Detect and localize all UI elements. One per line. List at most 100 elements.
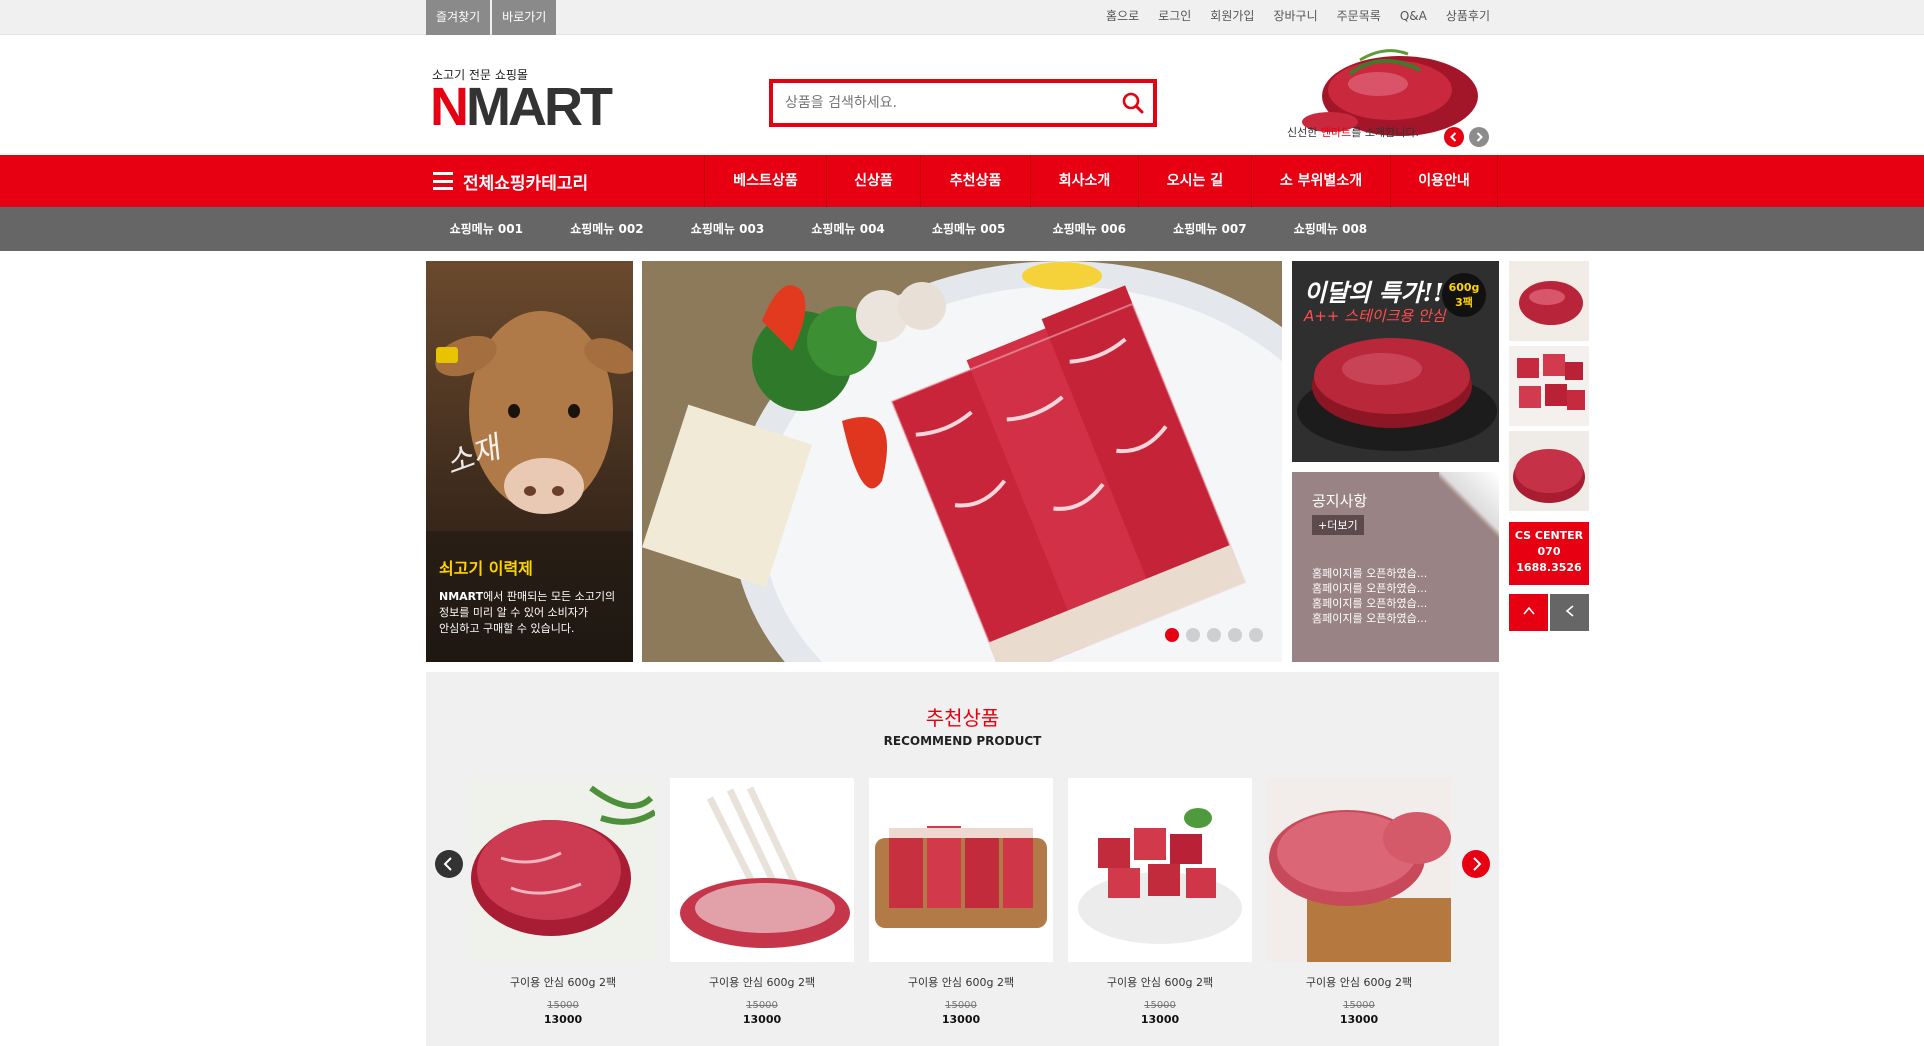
product-image[interactable] [471, 778, 655, 962]
product-card: 구이용 안심 600g 2팩 15000 13000 [1068, 778, 1252, 1026]
product-image[interactable] [869, 778, 1053, 962]
product-old-price: 15000 [547, 1000, 579, 1011]
monthly-special-banner[interactable]: 이달의 특가!! A++ 스테이크용 안심 600g 3팩 [1292, 261, 1499, 462]
product-name[interactable]: 구이용 안심 600g 2팩 [471, 974, 655, 990]
slider-dot[interactable] [1249, 628, 1263, 642]
product-name[interactable]: 구이용 안심 600g 2팩 [670, 974, 854, 990]
product-photo [869, 778, 1053, 962]
notice-item[interactable]: 홈페이지를 오픈하였습... [1312, 566, 1462, 581]
hero-slider-dots [1165, 628, 1270, 642]
nav-new[interactable]: 신상품 [826, 155, 920, 207]
traceability-line1: 에서 판매되는 모든 소고기의 [483, 590, 616, 603]
shortcut-link[interactable]: 바로가기 [492, 0, 557, 35]
top-bar: 즐겨찾기 바로가기 홈으로 로그인 회원가입 장바구니 주문목록 Q&A 상품후… [0, 0, 1924, 35]
qna-link[interactable]: Q&A [1400, 0, 1427, 35]
traceability-text: 쇠고기 이력제 NMART에서 판매되는 모든 소고기의 정보를 미리 알 수 … [439, 555, 629, 637]
notice-item[interactable]: 홈페이지를 오픈하였습... [1312, 596, 1462, 611]
banner-prev-button[interactable] [1444, 127, 1464, 147]
search-box [769, 79, 1157, 127]
header-banner-caption: 신선한 엔마트를 소개합니다. [1287, 124, 1419, 140]
login-link[interactable]: 로그인 [1158, 0, 1191, 35]
chevron-left-icon [1450, 132, 1457, 142]
bookmark-link[interactable]: 즐겨찾기 [426, 0, 491, 35]
notice-more-button[interactable]: +더보기 [1312, 515, 1364, 535]
product-photo [670, 778, 854, 962]
product-price: 13000 [941, 1013, 981, 1026]
scroll-top-button[interactable] [1509, 594, 1548, 631]
notice-item[interactable]: 홈페이지를 오픈하였습... [1312, 611, 1462, 626]
recommend-prev-button[interactable] [435, 850, 463, 878]
product-name[interactable]: 구이용 안심 600g 2팩 [869, 974, 1053, 990]
logo-rest: MART [466, 77, 613, 137]
nav-best[interactable]: 베스트상품 [704, 155, 826, 207]
traceability-banner[interactable]: 소재 쇠고기 이력제 NMART에서 판매되는 모든 소고기의 정보를 미리 알… [426, 261, 633, 662]
side-thumb-image [1509, 431, 1589, 511]
traceability-brand: NMART [439, 590, 484, 603]
product-name[interactable]: 구이용 안심 600g 2팩 [1267, 974, 1451, 990]
product-price: 13000 [1339, 1013, 1379, 1026]
banner-next-button[interactable] [1469, 127, 1489, 147]
product-old-price: 15000 [945, 1000, 977, 1011]
slider-dot[interactable] [1186, 628, 1200, 642]
sub-nav-item[interactable]: 쇼핑메뉴 001 [426, 207, 547, 251]
recommend-section: 추천상품 RECOMMEND PRODUCT 구이용 안심 600g 2팩 15… [426, 672, 1499, 1046]
side-back-button[interactable] [1550, 594, 1589, 631]
product-image[interactable] [1267, 778, 1451, 962]
promo-title: 이달의 특가!! [1304, 278, 1444, 307]
product-name[interactable]: 구이용 안심 600g 2팩 [1068, 974, 1252, 990]
main-nav-list: 베스트상품 신상품 추천상품 회사소개 오시는 길 소 부위별소개 이용안내 [704, 155, 1498, 207]
notice-panel: 공지사항 +더보기 홈페이지를 오픈하였습... 홈페이지를 오픈하였습... … [1292, 472, 1499, 662]
hero-slider[interactable] [642, 261, 1282, 662]
recommend-next-button[interactable] [1462, 850, 1490, 878]
product-price: 13000 [543, 1013, 583, 1026]
cart-link[interactable]: 장바구니 [1273, 0, 1317, 35]
search-icon[interactable] [1121, 91, 1145, 115]
side-thumb[interactable] [1509, 261, 1589, 341]
all-category-button[interactable]: 전체쇼핑카테고리 [433, 155, 588, 207]
sub-nav-item[interactable]: 쇼핑메뉴 004 [788, 207, 909, 251]
product-card: 구이용 안심 600g 2팩 15000 13000 [471, 778, 655, 1026]
notice-title: 공지사항 [1312, 492, 1368, 510]
hero-image [642, 261, 1282, 662]
sub-nav: 쇼핑메뉴 001 쇼핑메뉴 002 쇼핑메뉴 003 쇼핑메뉴 004 쇼핑메뉴… [0, 207, 1924, 251]
side-thumb[interactable] [1509, 346, 1589, 426]
join-link[interactable]: 회원가입 [1210, 0, 1254, 35]
recommend-subtitle: RECOMMEND PRODUCT [883, 734, 1042, 748]
notice-item[interactable]: 홈페이지를 오픈하였습... [1312, 581, 1462, 596]
sub-nav-item[interactable]: 쇼핑메뉴 002 [547, 207, 668, 251]
sub-nav-item[interactable]: 쇼핑메뉴 003 [667, 207, 788, 251]
logo-n: N [430, 77, 469, 137]
chevron-left-icon [1565, 605, 1574, 617]
chevron-up-icon [1522, 606, 1535, 615]
nav-cuts[interactable]: 소 부위별소개 [1251, 155, 1390, 207]
product-card: 구이용 안심 600g 2팩 15000 13000 [670, 778, 854, 1026]
product-price: 13000 [1140, 1013, 1180, 1026]
notice-list: 홈페이지를 오픈하였습... 홈페이지를 오픈하였습... 홈페이지를 오픈하였… [1312, 566, 1462, 626]
slider-dot[interactable] [1165, 628, 1179, 642]
reviews-link[interactable]: 상품후기 [1446, 0, 1490, 35]
nav-guide[interactable]: 이용안내 [1390, 155, 1498, 207]
nav-company[interactable]: 회사소개 [1030, 155, 1138, 207]
traceability-title: 쇠고기 이력제 [439, 559, 533, 578]
product-image[interactable] [1068, 778, 1252, 962]
product-image[interactable] [670, 778, 854, 962]
product-photo [1267, 778, 1451, 962]
slider-dot[interactable] [1228, 628, 1242, 642]
site-logo[interactable]: NMART [430, 76, 613, 138]
sub-nav-item[interactable]: 쇼핑메뉴 005 [908, 207, 1029, 251]
product-card: 구이용 안심 600g 2팩 15000 13000 [869, 778, 1053, 1026]
nav-recommend[interactable]: 추천상품 [920, 155, 1030, 207]
nav-location[interactable]: 오시는 길 [1138, 155, 1251, 207]
product-photo [471, 778, 655, 962]
home-link[interactable]: 홈으로 [1106, 0, 1139, 35]
sub-nav-item[interactable]: 쇼핑메뉴 006 [1029, 207, 1150, 251]
slider-dot[interactable] [1207, 628, 1221, 642]
product-photo [1068, 778, 1252, 962]
sub-nav-item[interactable]: 쇼핑메뉴 008 [1270, 207, 1391, 251]
caption-post: 를 소개합니다. [1351, 126, 1419, 139]
sub-nav-item[interactable]: 쇼핑메뉴 007 [1150, 207, 1271, 251]
search-input[interactable] [773, 83, 1093, 123]
side-thumb[interactable] [1509, 431, 1589, 511]
orders-link[interactable]: 주문목록 [1337, 0, 1381, 35]
all-category-label: 전체쇼핑카테고리 [463, 173, 589, 194]
